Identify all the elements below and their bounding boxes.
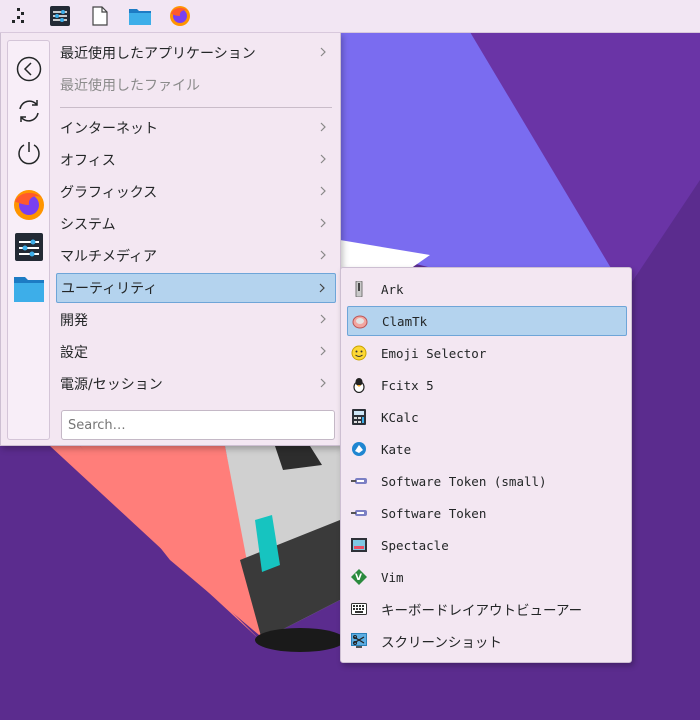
favorite-settings[interactable] xyxy=(13,231,45,263)
vim-icon: V xyxy=(351,569,367,585)
category-utilities[interactable]: ユーティリティ xyxy=(56,273,336,303)
app-fcitx[interactable]: Fcitx 5 xyxy=(347,370,627,400)
menu-item-label: ユーティリティ xyxy=(61,281,158,297)
system-settings-icon xyxy=(50,6,70,26)
task-folder[interactable] xyxy=(120,0,160,32)
app-keyboard-layout-viewer[interactable]: キーボードレイアウトビューアー xyxy=(347,594,627,624)
menu-item-label: 最近使用したアプリケーション xyxy=(60,46,256,62)
app-emoji-selector[interactable]: Emoji Selector xyxy=(347,338,627,368)
menu-item-label: インターネット xyxy=(60,121,158,137)
software-token-icon xyxy=(351,473,367,489)
menu-item-label: マルチメディア xyxy=(60,249,158,265)
search-input[interactable] xyxy=(61,410,335,440)
app-label: Software Token xyxy=(381,505,487,521)
chevron-right-icon xyxy=(320,378,326,388)
software-token-icon xyxy=(351,505,367,521)
category-power-session[interactable]: 電源/セッション xyxy=(56,369,336,399)
menu-item-label: 電源/セッション xyxy=(60,377,163,393)
application-launcher-icon xyxy=(12,8,24,23)
chevron-right-icon xyxy=(320,346,326,356)
menu-item-label: システム xyxy=(60,217,116,233)
chevron-right-icon xyxy=(320,154,326,164)
category-system[interactable]: システム xyxy=(56,209,336,239)
category-graphics[interactable]: グラフィックス xyxy=(56,177,336,207)
refresh-button[interactable] xyxy=(13,95,45,127)
screenshot-icon xyxy=(351,633,367,649)
category-office[interactable]: オフィス xyxy=(56,145,336,175)
task-system-settings[interactable] xyxy=(40,0,80,32)
favorite-folder[interactable] xyxy=(13,273,45,305)
chevron-right-icon xyxy=(319,283,325,293)
firefox-icon xyxy=(14,190,44,220)
menu-item-label: グラフィックス xyxy=(60,185,158,201)
app-software-token[interactable]: Software Token xyxy=(347,498,627,528)
chevron-right-icon xyxy=(320,250,326,260)
category-recent-files: 最近使用したファイル xyxy=(56,70,336,100)
menu-item-label: 開発 xyxy=(60,313,88,329)
keyboard-icon xyxy=(351,601,367,617)
app-vim[interactable]: V Vim xyxy=(347,562,627,592)
ark-icon xyxy=(351,281,367,297)
menu-item-label: 設定 xyxy=(60,345,88,361)
back-button[interactable] xyxy=(13,53,45,85)
category-internet[interactable]: インターネット xyxy=(56,113,336,143)
power-icon xyxy=(18,142,40,165)
category-settings[interactable]: 設定 xyxy=(56,337,336,367)
clamtk-icon xyxy=(352,313,368,329)
app-label: Kate xyxy=(381,441,412,457)
kate-icon xyxy=(351,441,367,457)
app-label: スクリーンショット xyxy=(381,635,502,651)
menu-sidebar xyxy=(7,40,50,440)
application-launcher-button[interactable] xyxy=(0,0,40,32)
back-icon xyxy=(16,56,42,82)
chevron-right-icon xyxy=(320,122,326,132)
firefox-icon xyxy=(170,6,190,26)
chevron-right-icon xyxy=(320,218,326,228)
folder-icon xyxy=(14,277,44,302)
settings-app-icon xyxy=(15,233,43,261)
menu-separator xyxy=(60,107,332,108)
spectacle-icon xyxy=(351,537,367,553)
chevron-right-icon xyxy=(320,186,326,196)
calculator-icon xyxy=(351,409,367,425)
menu-item-label: 最近使用したファイル xyxy=(60,78,200,94)
app-screenshot[interactable]: スクリーンショット xyxy=(347,626,627,656)
app-clamtk[interactable]: ClamTk xyxy=(347,306,627,336)
app-label: キーボードレイアウトビューアー xyxy=(381,603,583,619)
app-software-token-small[interactable]: Software Token (small) xyxy=(347,466,627,496)
emoji-icon xyxy=(351,345,367,361)
utilities-submenu: Ark ClamTk Emoji Selector Fcitx 5 KCalc … xyxy=(340,267,632,663)
favorite-firefox[interactable] xyxy=(13,189,45,221)
power-button[interactable] xyxy=(13,137,45,169)
category-recent-apps[interactable]: 最近使用したアプリケーション xyxy=(56,38,336,68)
category-multimedia[interactable]: マルチメディア xyxy=(56,241,336,271)
category-development[interactable]: 開発 xyxy=(56,305,336,335)
app-kcalc[interactable]: KCalc xyxy=(347,402,627,432)
svg-text:V: V xyxy=(355,573,362,583)
top-panel xyxy=(0,0,700,33)
app-label: Vim xyxy=(381,569,404,585)
chevron-right-icon xyxy=(320,314,326,324)
text-file-icon xyxy=(92,6,108,26)
task-firefox[interactable] xyxy=(160,0,200,32)
chevron-right-icon xyxy=(320,47,326,57)
folder-icon xyxy=(129,9,151,25)
app-label: KCalc xyxy=(381,409,419,425)
app-spectacle[interactable]: Spectacle xyxy=(347,530,627,560)
app-label: Ark xyxy=(381,281,404,297)
app-kate[interactable]: Kate xyxy=(347,434,627,464)
app-label: Software Token (small) xyxy=(381,473,547,489)
fcitx-icon xyxy=(351,377,367,393)
app-ark[interactable]: Ark xyxy=(347,274,627,304)
app-label: Spectacle xyxy=(381,537,449,553)
app-label: ClamTk xyxy=(382,313,428,329)
menu-item-label: オフィス xyxy=(60,153,116,169)
refresh-icon xyxy=(19,100,39,122)
application-menu: 最近使用したアプリケーション 最近使用したファイル インターネット オフィス グ… xyxy=(0,32,341,446)
app-label: Emoji Selector xyxy=(381,345,487,361)
task-text-file[interactable] xyxy=(80,0,120,32)
app-label: Fcitx 5 xyxy=(381,377,434,393)
